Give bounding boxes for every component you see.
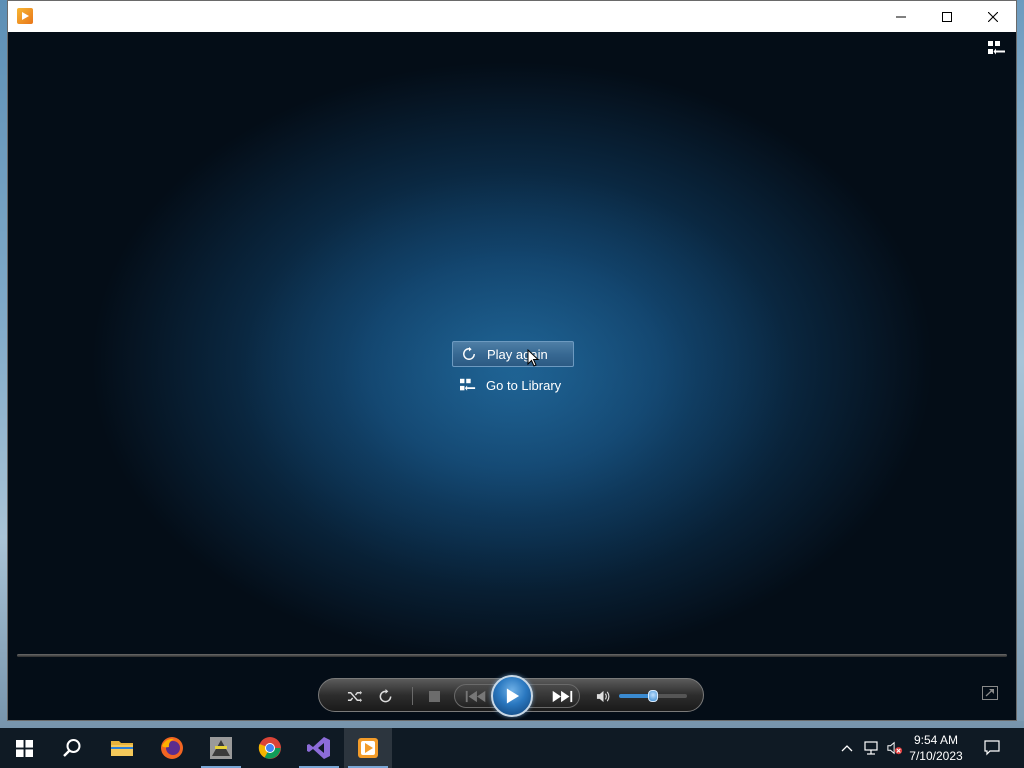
volume-thumb[interactable] <box>648 690 658 702</box>
play-again-button[interactable]: Play again <box>452 341 574 367</box>
volume-tray-button[interactable] <box>887 740 903 756</box>
library-icon <box>460 377 476 393</box>
firefox-icon <box>161 737 183 759</box>
search-icon <box>63 739 81 757</box>
visual-studio-icon <box>307 737 330 759</box>
notification-icon <box>984 740 1000 756</box>
search-button[interactable] <box>48 728 96 768</box>
windows-icon <box>15 739 33 757</box>
previous-button[interactable] <box>459 679 493 713</box>
taskbar-visual-studio[interactable] <box>295 728 343 768</box>
minimize-button[interactable] <box>878 1 924 32</box>
maximize-button[interactable] <box>924 1 970 32</box>
go-to-library-button[interactable]: Go to Library <box>452 372 574 398</box>
taskbar-media-player[interactable] <box>344 728 392 768</box>
taskbar-firefox[interactable] <box>148 728 196 768</box>
fullscreen-icon <box>982 686 998 700</box>
media-player-icon <box>358 738 378 758</box>
playback-controls <box>318 675 704 717</box>
taskbar-file-explorer[interactable] <box>98 728 146 768</box>
switch-to-library-button[interactable] <box>988 40 1006 56</box>
chevron-up-icon <box>841 745 853 752</box>
fullscreen-button[interactable] <box>982 686 998 700</box>
end-of-media-menu: Play again Go to Library <box>452 341 574 403</box>
close-button[interactable] <box>970 1 1016 32</box>
clock-date: 7/10/2023 <box>909 749 963 763</box>
clock-time: 9:54 AM <box>913 733 959 747</box>
switch-to-library-icon <box>988 41 1005 55</box>
next-icon <box>552 690 573 702</box>
close-icon <box>988 11 998 22</box>
repeat-icon <box>461 346 477 362</box>
action-center-button[interactable] <box>984 740 1000 756</box>
play-button[interactable] <box>491 675 533 717</box>
mouse-cursor-icon <box>527 349 539 367</box>
volume-icon <box>596 690 609 702</box>
seek-bar[interactable] <box>17 654 1007 657</box>
app-icon <box>210 737 232 759</box>
folder-icon <box>111 741 133 756</box>
previous-icon <box>465 690 486 702</box>
taskbar-app[interactable] <box>197 728 245 768</box>
separator <box>412 687 413 705</box>
system-clock[interactable]: 9:54 AM 7/10/2023 <box>906 732 966 764</box>
shuffle-icon <box>347 690 362 702</box>
media-player-window: Play again Go to Library <box>7 0 1017 721</box>
stop-icon <box>428 690 440 702</box>
speaker-muted-icon <box>887 741 903 755</box>
now-playing-area: Play again Go to Library <box>8 32 1016 720</box>
network-button[interactable] <box>863 740 879 756</box>
repeat-button[interactable] <box>374 679 396 713</box>
repeat-icon <box>379 688 391 702</box>
shuffle-button[interactable] <box>343 679 365 713</box>
title-bar[interactable] <box>8 1 1016 32</box>
play-icon <box>506 688 519 704</box>
mute-button[interactable] <box>593 679 613 713</box>
chrome-icon <box>258 737 281 759</box>
desktop-background <box>1017 0 1024 721</box>
maximize-icon <box>942 11 952 22</box>
minimize-icon <box>896 16 906 17</box>
media-player-icon <box>17 8 33 24</box>
stop-button[interactable] <box>423 679 445 713</box>
go-to-library-label: Go to Library <box>486 377 562 393</box>
next-button[interactable] <box>545 679 579 713</box>
network-icon <box>864 741 878 755</box>
taskbar: 9:54 AM 7/10/2023 <box>0 728 1024 768</box>
show-hidden-icons-button[interactable] <box>839 740 855 756</box>
start-button[interactable] <box>0 728 48 768</box>
taskbar-chrome[interactable] <box>246 728 294 768</box>
